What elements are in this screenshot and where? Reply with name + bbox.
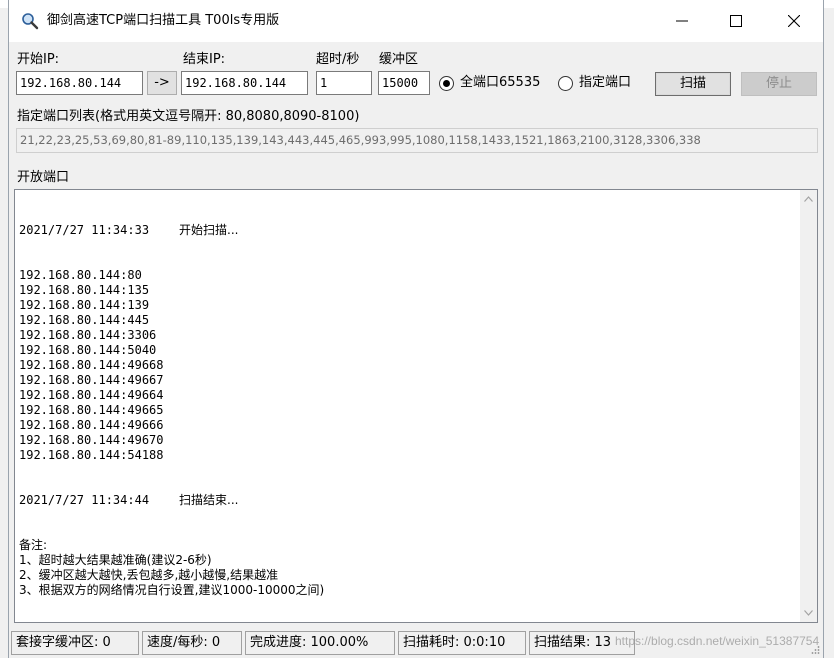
results-log: 2021/7/27 11:34:33 开始扫描... 192.168.80.144… xyxy=(19,193,795,620)
buffer-label: 缓冲区 xyxy=(379,52,419,67)
minimize-button[interactable] xyxy=(659,0,705,42)
close-button[interactable] xyxy=(771,0,817,42)
maximize-icon xyxy=(730,15,742,27)
port-list-label: 指定端口列表(格式用英文逗号隔开: 80,8080,8090-8100) xyxy=(17,109,360,124)
window-title: 御剑高速TCP端口扫描工具 T00ls专用版 xyxy=(47,13,280,28)
log-end-time: 2021/7/27 11:34:44 xyxy=(19,493,150,507)
log-notes: 备注: 1、超时越大结果越准确(建议2-6秒) 2、缓冲区越大越快,丢包越多,越小越… xyxy=(19,538,795,598)
log-result-line: 192.168.80.144:49666 xyxy=(19,418,164,432)
minimize-icon xyxy=(676,20,688,22)
status-socket-buffer: 套接字缓冲区: 0 xyxy=(11,631,139,655)
status-progress: 完成进度: 100.00% xyxy=(245,631,395,655)
log-result-line: 192.168.80.144:49665 xyxy=(19,403,164,417)
title-bar: 御剑高速TCP端口扫描工具 T00ls专用版 xyxy=(9,0,823,42)
log-result-line: 192.168.80.144:49667 xyxy=(19,373,164,387)
log-start-time: 2021/7/27 11:34:33 xyxy=(19,223,150,237)
log-note-line: 备注: xyxy=(19,538,48,552)
log-result-line: 192.168.80.144:5040 xyxy=(19,343,157,357)
log-result-line: 192.168.80.144:49664 xyxy=(19,388,164,402)
log-result-line: 192.168.80.144:80 xyxy=(19,268,142,282)
log-result-line: 192.168.80.144:135 xyxy=(19,283,150,297)
log-result-line: 192.168.80.144:139 xyxy=(19,298,150,312)
log-result-line: 192.168.80.144:445 xyxy=(19,313,150,327)
scan-button[interactable]: 扫描 xyxy=(655,72,731,96)
scanner-window: 御剑高速TCP端口扫描工具 T00ls专用版 开始IP: 结束IP: 超时/秒 … xyxy=(8,0,824,658)
log-result-line: 192.168.80.144:49670 xyxy=(19,433,164,447)
results-textarea[interactable]: 2021/7/27 11:34:33 开始扫描... 192.168.80.144… xyxy=(14,189,818,623)
stop-button[interactable]: 停止 xyxy=(741,72,817,96)
end-ip-label: 结束IP: xyxy=(183,52,226,67)
copy-ip-button[interactable]: -> xyxy=(147,71,177,95)
log-results: 192.168.80.144:80 192.168.80.144:135 192.1… xyxy=(19,268,795,463)
log-result-line: 192.168.80.144:54188 xyxy=(19,448,164,462)
log-note-line: 1、超时越大结果越准确(建议2-6秒) xyxy=(19,553,212,567)
log-result-line: 192.168.80.144:49668 xyxy=(19,358,164,372)
watermark: https://blog.csdn.net/weixin_51387754 xyxy=(615,634,820,648)
start-ip-label: 开始IP: xyxy=(17,52,60,67)
radio-specified-ports-label[interactable]: 指定端口 xyxy=(579,75,631,91)
log-end-line: 2021/7/27 11:34:44 扫描结束... xyxy=(19,493,795,508)
timeout-input[interactable]: 1 xyxy=(316,71,372,95)
radio-all-ports[interactable] xyxy=(439,76,454,91)
status-elapsed: 扫描耗时: 0:0:10 xyxy=(398,631,526,655)
maximize-button[interactable] xyxy=(713,0,759,42)
buffer-input[interactable]: 15000 xyxy=(378,71,430,95)
log-end-message: 扫描结束... xyxy=(179,493,239,507)
log-note-line: 2、缓冲区越大越快,丢包越多,越小越慢,结果越准 xyxy=(19,568,279,582)
radio-all-ports-label[interactable]: 全端口65535 xyxy=(460,75,540,91)
log-result-line: 192.168.80.144:3306 xyxy=(19,328,157,342)
end-ip-input[interactable]: 192.168.80.144 xyxy=(181,71,308,95)
scroll-down-arrow-icon[interactable] xyxy=(804,610,813,616)
open-ports-label: 开放端口 xyxy=(17,170,70,185)
vertical-scrollbar[interactable] xyxy=(800,190,817,622)
close-icon xyxy=(788,15,800,27)
timeout-label: 超时/秒 xyxy=(316,52,360,67)
log-start-message: 开始扫描... xyxy=(179,223,239,237)
magnifier-icon xyxy=(22,13,39,30)
radio-specified-ports[interactable] xyxy=(558,76,573,91)
log-note-line: 3、根据双方的网络情况自行设置,建议1000-10000之间) xyxy=(19,583,325,597)
scroll-up-arrow-icon[interactable] xyxy=(804,196,813,202)
log-start-line: 2021/7/27 11:34:33 开始扫描... xyxy=(19,223,795,238)
status-speed: 速度/每秒: 0 xyxy=(142,631,242,655)
port-list-input[interactable]: 21,22,23,25,53,69,80,81-89,110,135,139,1… xyxy=(16,128,818,153)
start-ip-input[interactable]: 192.168.80.144 xyxy=(16,71,143,95)
